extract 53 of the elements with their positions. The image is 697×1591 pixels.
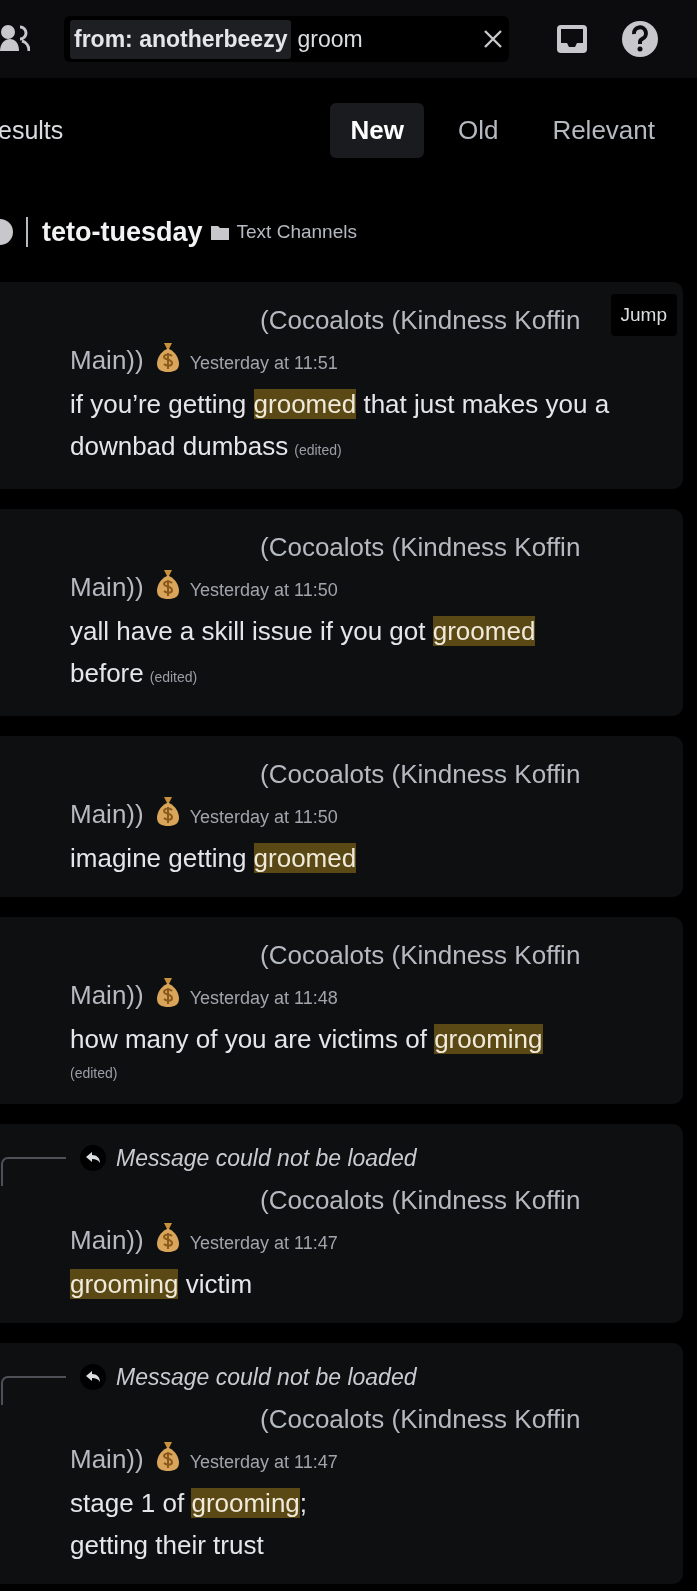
message-text: grooming victim: [70, 1268, 254, 1301]
money-bag-icon: [155, 1440, 180, 1472]
money-bag-icon: [155, 1221, 180, 1253]
edited-label: (edited): [149, 669, 198, 685]
reply-connector: [0, 1156, 66, 1186]
author-name[interactable]: Main)): [70, 1225, 144, 1255]
jump-button[interactable]: Jump: [610, 294, 677, 336]
timestamp: Yesterday at 11:50: [189, 807, 338, 827]
timestamp: Yesterday at 11:50: [189, 580, 338, 600]
edited-label: (edited): [70, 1064, 119, 1083]
author-name[interactable]: Main)): [70, 1444, 144, 1474]
author-name[interactable]: Main)): [70, 980, 144, 1010]
inbox-icon[interactable]: [555, 23, 589, 55]
message-text: how many of you are victims of grooming: [70, 1023, 544, 1056]
message-text: if you’re getting groomed that just makes you a downbad dumbass (edited): [70, 388, 611, 463]
timestamp: Yesterday at 11:48: [189, 988, 338, 1008]
money-bag-icon: [155, 341, 180, 373]
author-name[interactable]: Main)): [70, 345, 144, 375]
edited-label: (edited): [294, 442, 342, 458]
author-name[interactable]: (Cocoalots (Kindness Koffin: [70, 935, 601, 975]
author-name[interactable]: (Cocoalots (Kindness Koffin: [70, 300, 601, 340]
reply-preview[interactable]: Message could not be loaded: [116, 1363, 417, 1391]
reply-connector: [0, 1375, 66, 1405]
money-bag-icon: [155, 795, 180, 827]
timestamp: Yesterday at 11:47: [189, 1452, 338, 1472]
money-bag-icon: [155, 568, 180, 600]
author-name[interactable]: Main)): [70, 799, 144, 829]
timestamp: Yesterday at 11:47: [189, 1233, 338, 1253]
close-icon[interactable]: [483, 29, 503, 49]
author-name[interactable]: Main)): [70, 572, 144, 602]
author-name[interactable]: (Cocoalots (Kindness Koffin: [70, 527, 601, 567]
folder-icon: [210, 224, 229, 240]
search-query: groom: [297, 25, 364, 53]
message-text: yall have a skill issue if you got groomed before (edited): [70, 615, 537, 690]
timestamp: Yesterday at 11:51: [189, 353, 338, 373]
reply-icon: [80, 1145, 106, 1171]
server-icon[interactable]: [0, 217, 14, 247]
author-name[interactable]: (Cocoalots (Kindness Koffin: [70, 1180, 601, 1220]
sort-tab[interactable]: Old: [437, 102, 519, 158]
message-text: imagine getting groomed: [70, 842, 358, 875]
help-icon[interactable]: [621, 20, 659, 58]
channel-category: Text Channels: [236, 221, 357, 243]
sort-tab[interactable]: Relevant: [532, 102, 675, 158]
author-name[interactable]: (Cocoalots (Kindness Koffin: [70, 754, 601, 794]
search-filter-token: from: anotherbeezy: [70, 19, 292, 59]
money-bag-icon: [155, 976, 180, 1008]
sort-tab[interactable]: New: [330, 102, 424, 158]
author-name[interactable]: (Cocoalots (Kindness Koffin: [70, 1399, 601, 1439]
reply-icon: [80, 1364, 106, 1390]
channel-name[interactable]: teto-tuesday: [42, 216, 203, 248]
reply-preview[interactable]: Message could not be loaded: [116, 1144, 417, 1172]
message-text: stage 1 of grooming; getting their trust: [70, 1487, 309, 1562]
search-field[interactable]: from: anotherbeezy groom: [64, 16, 509, 62]
